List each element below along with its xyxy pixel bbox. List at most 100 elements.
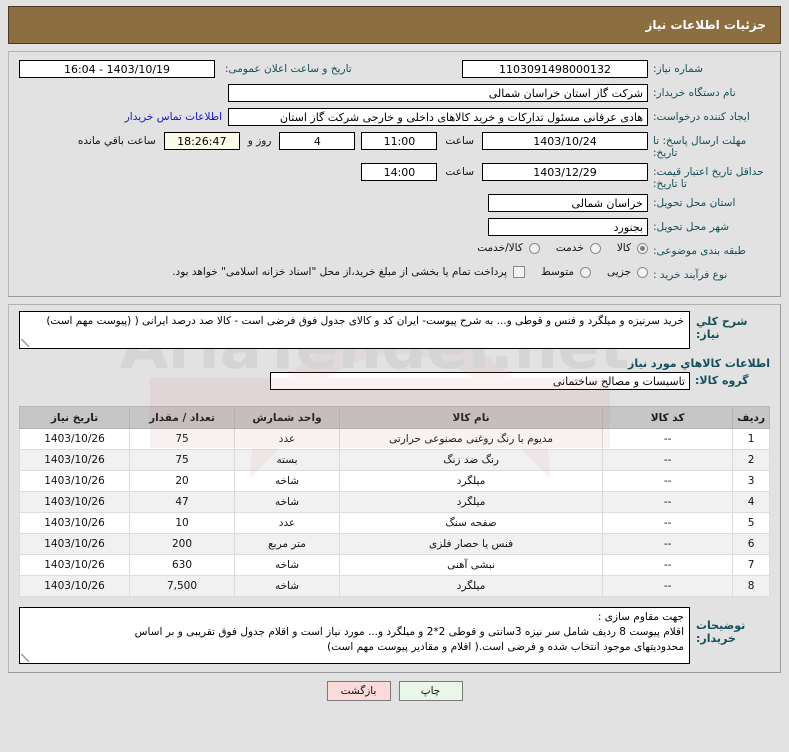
- form-row-response-deadline: مهلت ارسال پاسخ: تا تاریخ: 1403/10/24 سا…: [19, 132, 770, 159]
- goods-section-title: اطلاعات کالاهاي مورد نیاز: [628, 357, 770, 370]
- cell-need-date: 1403/10/26: [19, 428, 130, 450]
- cell-product-code: --: [602, 554, 734, 576]
- table-header-row: ردیف کد کالا نام کالا واحد شمارش تعداد /…: [19, 406, 770, 429]
- cell-need-date: 1403/10/26: [19, 554, 130, 576]
- cell-product-name: صفحه سنگ: [338, 512, 604, 534]
- cell-quantity: 75: [129, 428, 235, 450]
- buyer-notes-row: توضیحات خریدار: جهت مقاوم سازی : اقلام پ…: [9, 605, 780, 672]
- cell-unit: شاخه: [234, 491, 340, 513]
- page-root: AriaTender.net جزئیات اطلاعات نیاز شماره…: [0, 0, 789, 752]
- col-header-date: تاریخ نیاز: [19, 406, 130, 429]
- cell-product-name: میلگرد: [338, 470, 604, 492]
- table-row: 4 -- میلگرد شاخه 47 1403/10/26: [19, 491, 770, 513]
- subject-category-label: طبقه بندی موضوعی:: [653, 245, 746, 257]
- need-number-input[interactable]: 1103091498000132: [462, 60, 648, 78]
- goods-table-body: 1 -- مدیوم با رنگ روغنی مصنوعی حرارتی عدد 75…: [19, 428, 770, 597]
- form-row-subject-category: طبقه بندی موضوعی: کالا خدمت کالا/خدمت: [19, 242, 770, 262]
- public-announce-label: تاریخ و ساعت اعلان عمومی:: [225, 63, 352, 75]
- cell-product-code: --: [602, 470, 734, 492]
- radio-subject-kala-label: کالا: [616, 242, 631, 254]
- cell-product-code: --: [602, 533, 734, 555]
- need-number-label: شماره نیاز:: [653, 63, 703, 75]
- need-info-form: شماره نیاز: 1103091498000132 تاریخ و ساع…: [9, 52, 780, 296]
- cell-row-index: 1: [732, 428, 770, 450]
- radio-subject-khedmat[interactable]: [589, 242, 601, 254]
- public-announce-input[interactable]: 1403/10/19 - 16:04: [19, 60, 215, 78]
- cell-need-date: 1403/10/26: [19, 449, 130, 471]
- cell-row-index: 8: [732, 575, 770, 597]
- response-deadline-time-label: ساعت: [445, 135, 474, 147]
- cell-quantity: 47: [129, 491, 235, 513]
- buyer-org-input[interactable]: شرکت گاز استان خراسان شمالی: [228, 84, 648, 102]
- response-deadline-time[interactable]: 11:00: [361, 132, 438, 150]
- cell-unit: عدد: [234, 512, 340, 534]
- col-header-row: ردیف: [732, 406, 770, 429]
- form-row-delivery-city: شهر محل تحویل: بجنورد: [19, 218, 770, 238]
- table-row: 6 -- فنس یا حصار فلزی متر مربع 200 1403/10/26: [19, 533, 770, 555]
- cell-quantity: 200: [129, 533, 235, 555]
- radio-process-jozei-label: جزیی: [607, 266, 631, 278]
- goods-table-wrapper: ردیف کد کالا نام کالا واحد شمارش تعداد /…: [9, 400, 780, 605]
- delivery-province-input[interactable]: خراسان شمالی: [488, 194, 648, 212]
- remaining-days-value: 4: [279, 132, 356, 150]
- need-summary-panel: شرح کلي نیاز: خرید سرنیزه و میلگرد و فنس…: [8, 304, 781, 673]
- radio-process-motevaset-label: متوسط: [541, 266, 575, 278]
- page-title: جزئیات اطلاعات نیاز: [645, 18, 766, 32]
- radio-subject-kala[interactable]: [637, 242, 648, 254]
- table-row: 8 -- میلگرد شاخه 7,500 1403/10/26: [19, 575, 770, 597]
- table-row: 7 -- نبشی آهنی شاخه 630 1403/10/26: [19, 554, 770, 576]
- cell-unit: عدد: [234, 428, 340, 450]
- cell-row-index: 6: [732, 533, 770, 555]
- table-row: 1 -- مدیوم با رنگ روغنی مصنوعی حرارتی عدد 75…: [19, 428, 770, 450]
- form-row-buyer-org: نام دستگاه خریدار: شرکت گاز استان خراسان…: [19, 84, 770, 104]
- cell-row-index: 7: [732, 554, 770, 576]
- delivery-province-label: استان محل تحویل:: [653, 197, 736, 209]
- cell-quantity: 630: [129, 554, 235, 576]
- cell-product-code: --: [602, 449, 734, 471]
- cell-product-name: رنگ ضد زنگ: [338, 449, 604, 471]
- col-header-qty: تعداد / مقدار: [129, 406, 235, 429]
- table-row: 5 -- صفحه سنگ عدد 10 1403/10/26: [19, 512, 770, 534]
- form-row-purchase-process: نوع فرآیند خرید : جزیی متوسط پرداخت تمام…: [19, 266, 770, 286]
- price-validity-time[interactable]: 14:00: [361, 163, 438, 181]
- cell-product-name: میلگرد: [338, 575, 604, 597]
- cell-unit: شاخه: [234, 575, 340, 597]
- cell-row-index: 3: [732, 470, 770, 492]
- need-info-panel: شماره نیاز: 1103091498000132 تاریخ و ساع…: [8, 51, 781, 297]
- cell-product-code: --: [602, 491, 734, 513]
- goods-table: ردیف کد کالا نام کالا واحد شمارش تعداد /…: [19, 406, 770, 597]
- cell-quantity: 20: [129, 470, 235, 492]
- response-deadline-label: مهلت ارسال پاسخ: تا تاریخ:: [653, 135, 747, 159]
- treasury-bond-checkbox[interactable]: [513, 266, 526, 278]
- buyer-contact-link[interactable]: اطلاعات تماس خریدار: [125, 111, 222, 123]
- radio-subject-kala-khedmat[interactable]: [528, 242, 540, 254]
- cell-product-code: --: [602, 512, 734, 534]
- radio-process-motevaset[interactable]: [580, 266, 592, 278]
- buyer-notes-textarea[interactable]: جهت مقاوم سازی : اقلام پیوست 8 ردیف شامل…: [19, 607, 690, 664]
- price-validity-label: حداقل تاریخ اعتبار قیمت: تا تاریخ:: [653, 166, 764, 190]
- radio-subject-khedmat-label: خدمت: [555, 242, 584, 254]
- cell-unit: متر مربع: [234, 533, 340, 555]
- cell-quantity: 10: [129, 512, 235, 534]
- radio-process-jozei[interactable]: [637, 266, 648, 278]
- price-validity-time-label: ساعت: [445, 166, 474, 178]
- cell-row-index: 4: [732, 491, 770, 513]
- col-header-code: کد کالا: [602, 406, 734, 429]
- requester-label: ایجاد کننده درخواست:: [653, 111, 750, 123]
- cell-need-date: 1403/10/26: [19, 533, 130, 555]
- requester-input[interactable]: هادی عرفانی مسئول تدارکات و خرید کالاهای…: [228, 108, 648, 126]
- goods-group-input[interactable]: تاسیسات و مصالح ساختمانی: [270, 372, 690, 390]
- col-header-name: نام کالا: [338, 406, 604, 429]
- response-deadline-date[interactable]: 1403/10/24: [482, 132, 648, 150]
- form-row-price-validity: حداقل تاریخ اعتبار قیمت: تا تاریخ: 1403/…: [19, 163, 770, 190]
- cell-need-date: 1403/10/26: [19, 491, 130, 513]
- delivery-city-input[interactable]: بجنورد: [488, 218, 648, 236]
- back-button[interactable]: بازگشت: [326, 681, 391, 701]
- print-button[interactable]: چاپ: [398, 681, 463, 701]
- need-summary-textarea[interactable]: خرید سرنیزه و میلگرد و فنس و قوطی و... ب…: [19, 311, 690, 349]
- radio-subject-kala-khedmat-label: کالا/خدمت: [477, 242, 523, 254]
- cell-product-code: --: [602, 575, 734, 597]
- cell-unit: شاخه: [234, 470, 340, 492]
- price-validity-date[interactable]: 1403/12/29: [482, 163, 648, 181]
- remaining-clock-value: 18:26:47: [163, 132, 240, 150]
